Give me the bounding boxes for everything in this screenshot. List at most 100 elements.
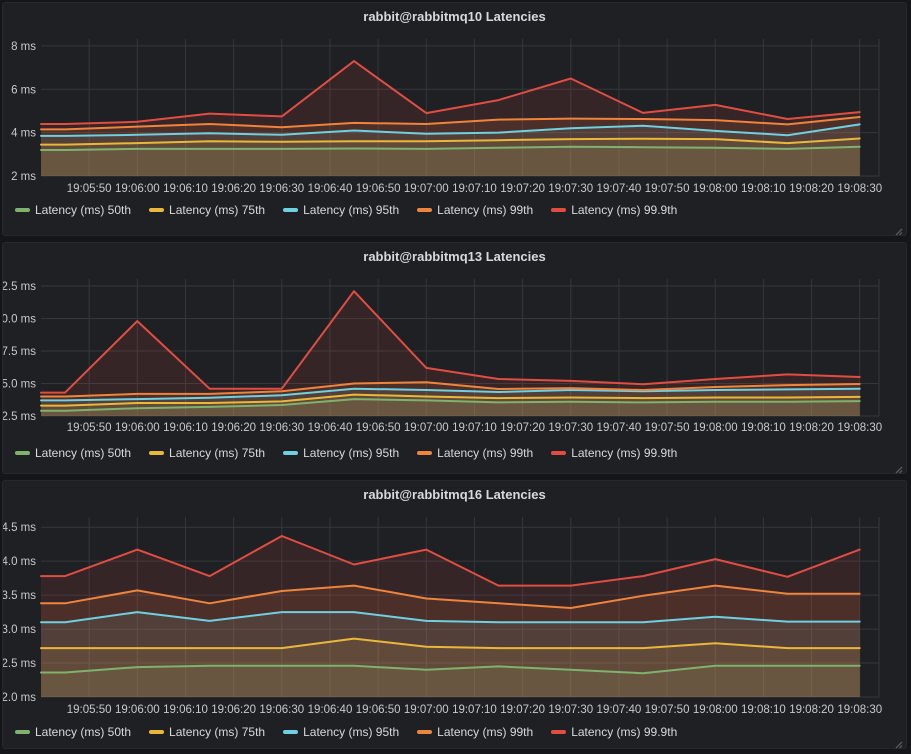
y-axis-tick-label: 4.5 ms xyxy=(3,522,36,534)
legend-item-50th[interactable]: Latency (ms) 50th xyxy=(15,725,131,739)
legend-swatch xyxy=(149,451,164,455)
x-axis-tick-label: 19:06:00 xyxy=(115,183,160,195)
y-axis-tick-label: 8 ms xyxy=(11,41,36,53)
x-axis-tick-label: 19:06:50 xyxy=(356,704,401,716)
x-axis-tick-label: 19:08:20 xyxy=(789,422,834,434)
panel-rabbitmq16-latencies: rabbit@rabbitmq16 Latencies 4.5 ms 4.0 ms… xyxy=(2,480,907,749)
legend-swatch xyxy=(551,451,566,455)
x-axis-tick-label: 19:08:00 xyxy=(693,422,738,434)
y-axis-tick-label: 5.0 ms xyxy=(3,379,36,391)
legend-label: Latency (ms) 99th xyxy=(437,725,533,739)
x-axis-tick-label: 19:06:30 xyxy=(259,183,304,195)
x-axis-tick-label: 19:06:40 xyxy=(308,422,353,434)
legend-label: Latency (ms) 99th xyxy=(437,446,533,460)
legend-swatch xyxy=(283,451,298,455)
legend-swatch xyxy=(417,730,432,734)
legend-item-99.9th[interactable]: Latency (ms) 99.9th xyxy=(551,203,677,217)
x-axis-tick-label: 19:07:20 xyxy=(500,422,545,434)
y-axis-tick-label: 2.0 ms xyxy=(3,692,36,704)
legend-label: Latency (ms) 99.9th xyxy=(571,446,677,460)
x-axis-tick-label: 19:06:00 xyxy=(115,704,160,716)
legend-item-50th[interactable]: Latency (ms) 50th xyxy=(15,203,131,217)
y-axis-tick-label: 4.0 ms xyxy=(3,556,36,568)
legend-swatch xyxy=(283,730,298,734)
x-axis-tick-label: 19:08:20 xyxy=(789,704,834,716)
legend-swatch xyxy=(551,730,566,734)
x-axis-tick-label: 19:06:20 xyxy=(211,422,256,434)
y-axis-tick-label: 7.5 ms xyxy=(3,346,36,358)
legend-item-99th[interactable]: Latency (ms) 99th xyxy=(417,446,533,460)
panel-rabbitmq10-latencies: rabbit@rabbitmq10 Latencies 8 ms6 ms4 ms… xyxy=(2,2,907,236)
legend-item-99.9th[interactable]: Latency (ms) 99.9th xyxy=(551,446,677,460)
legend-item-99th[interactable]: Latency (ms) 99th xyxy=(417,203,533,217)
legend-item-95th[interactable]: Latency (ms) 95th xyxy=(283,725,399,739)
legend-item-75th[interactable]: Latency (ms) 75th xyxy=(149,725,265,739)
legend-swatch xyxy=(417,208,432,212)
legend-label: Latency (ms) 75th xyxy=(169,725,265,739)
panel-resize-handle-icon[interactable] xyxy=(894,736,903,745)
y-axis-tick-label: 3.0 ms xyxy=(3,624,36,636)
legend-swatch xyxy=(149,208,164,212)
legend-label: Latency (ms) 95th xyxy=(303,725,399,739)
panel-title[interactable]: rabbit@rabbitmq16 Latencies xyxy=(3,487,906,502)
x-axis-tick-label: 19:06:10 xyxy=(163,704,208,716)
legend-swatch xyxy=(15,208,30,212)
legend-item-99.9th[interactable]: Latency (ms) 99.9th xyxy=(551,725,677,739)
panel-resize-handle-icon[interactable] xyxy=(894,223,903,232)
x-axis-tick-label: 19:07:30 xyxy=(548,704,593,716)
x-axis-tick-label: 19:07:20 xyxy=(500,183,545,195)
x-axis-tick-label: 19:06:50 xyxy=(356,422,401,434)
y-axis-tick-label: 10.0 ms xyxy=(3,314,36,326)
legend-swatch xyxy=(149,730,164,734)
legend-swatch xyxy=(283,208,298,212)
x-axis-tick-label: 19:08:30 xyxy=(837,422,882,434)
legend-label: Latency (ms) 99.9th xyxy=(571,203,677,217)
y-axis-tick-label: 6 ms xyxy=(11,84,36,96)
x-axis-tick-label: 19:08:10 xyxy=(741,422,786,434)
legend-swatch xyxy=(15,451,30,455)
x-axis-tick-label: 19:08:00 xyxy=(693,183,738,195)
x-axis-tick-label: 19:08:10 xyxy=(741,183,786,195)
x-axis-tick-label: 19:07:50 xyxy=(645,704,690,716)
legend-swatch xyxy=(417,451,432,455)
x-axis-tick-label: 19:08:10 xyxy=(741,704,786,716)
legend-label: Latency (ms) 75th xyxy=(169,203,265,217)
latency-chart-rabbitmq16[interactable]: 4.5 ms 4.0 ms 3.5 ms 3.0 ms 2.5 ms 2.0 ms 19:0… xyxy=(3,481,906,750)
legend-label: Latency (ms) 95th xyxy=(303,446,399,460)
y-axis-tick-label: 3.5 ms xyxy=(3,590,36,602)
x-axis-tick-label: 19:07:00 xyxy=(404,704,449,716)
legend-item-75th[interactable]: Latency (ms) 75th xyxy=(149,203,265,217)
panel-title[interactable]: rabbit@rabbitmq13 Latencies xyxy=(3,249,906,264)
legend-item-95th[interactable]: Latency (ms) 95th xyxy=(283,203,399,217)
legend-label: Latency (ms) 50th xyxy=(35,725,131,739)
x-axis-tick-label: 19:06:30 xyxy=(259,704,304,716)
x-axis-tick-label: 19:07:00 xyxy=(404,422,449,434)
x-axis-tick-label: 19:07:50 xyxy=(645,422,690,434)
legend-item-50th[interactable]: Latency (ms) 50th xyxy=(15,446,131,460)
panel-title[interactable]: rabbit@rabbitmq10 Latencies xyxy=(3,9,906,24)
legend-item-95th[interactable]: Latency (ms) 95th xyxy=(283,446,399,460)
legend-item-99th[interactable]: Latency (ms) 99th xyxy=(417,725,533,739)
x-axis-tick-label: 19:07:40 xyxy=(597,422,642,434)
legend-item-75th[interactable]: Latency (ms) 75th xyxy=(149,446,265,460)
grafana-dashboard: { "page": { "background": "#141619", "pa… xyxy=(0,0,911,751)
x-axis-tick-label: 19:08:20 xyxy=(789,183,834,195)
chart-legend: Latency (ms) 50th Latency (ms) 75th Latenc… xyxy=(15,725,677,739)
y-axis-tick-label: 2.5 ms xyxy=(3,411,36,423)
x-axis-tick-label: 19:08:00 xyxy=(693,704,738,716)
x-axis-tick-label: 19:07:50 xyxy=(645,183,690,195)
panel-resize-handle-icon[interactable] xyxy=(894,461,903,470)
x-axis-tick-label: 19:06:30 xyxy=(259,422,304,434)
x-axis-tick-label: 19:06:10 xyxy=(163,422,208,434)
x-axis-tick-label: 19:06:50 xyxy=(356,183,401,195)
x-axis-tick-label: 19:07:40 xyxy=(597,183,642,195)
x-axis-tick-label: 19:06:00 xyxy=(115,422,160,434)
latency-chart-rabbitmq10[interactable]: 8 ms6 ms4 ms2 ms19:05:5019:06:0019:06:10… xyxy=(3,3,906,237)
y-axis-tick-label: 2.5 ms xyxy=(3,658,36,670)
x-axis-tick-label: 19:06:40 xyxy=(308,704,353,716)
latency-chart-rabbitmq13[interactable]: 12.5 ms10.0 ms7.5 ms5.0 ms2.5 ms19:05:50… xyxy=(3,243,906,475)
x-axis-tick-label: 19:06:40 xyxy=(308,183,353,195)
x-axis-tick-label: 19:06:10 xyxy=(163,183,208,195)
panel-rabbitmq13-latencies: rabbit@rabbitmq13 Latencies 12.5 ms10.0 … xyxy=(2,242,907,474)
y-axis-tick-label: 2 ms xyxy=(11,171,36,183)
